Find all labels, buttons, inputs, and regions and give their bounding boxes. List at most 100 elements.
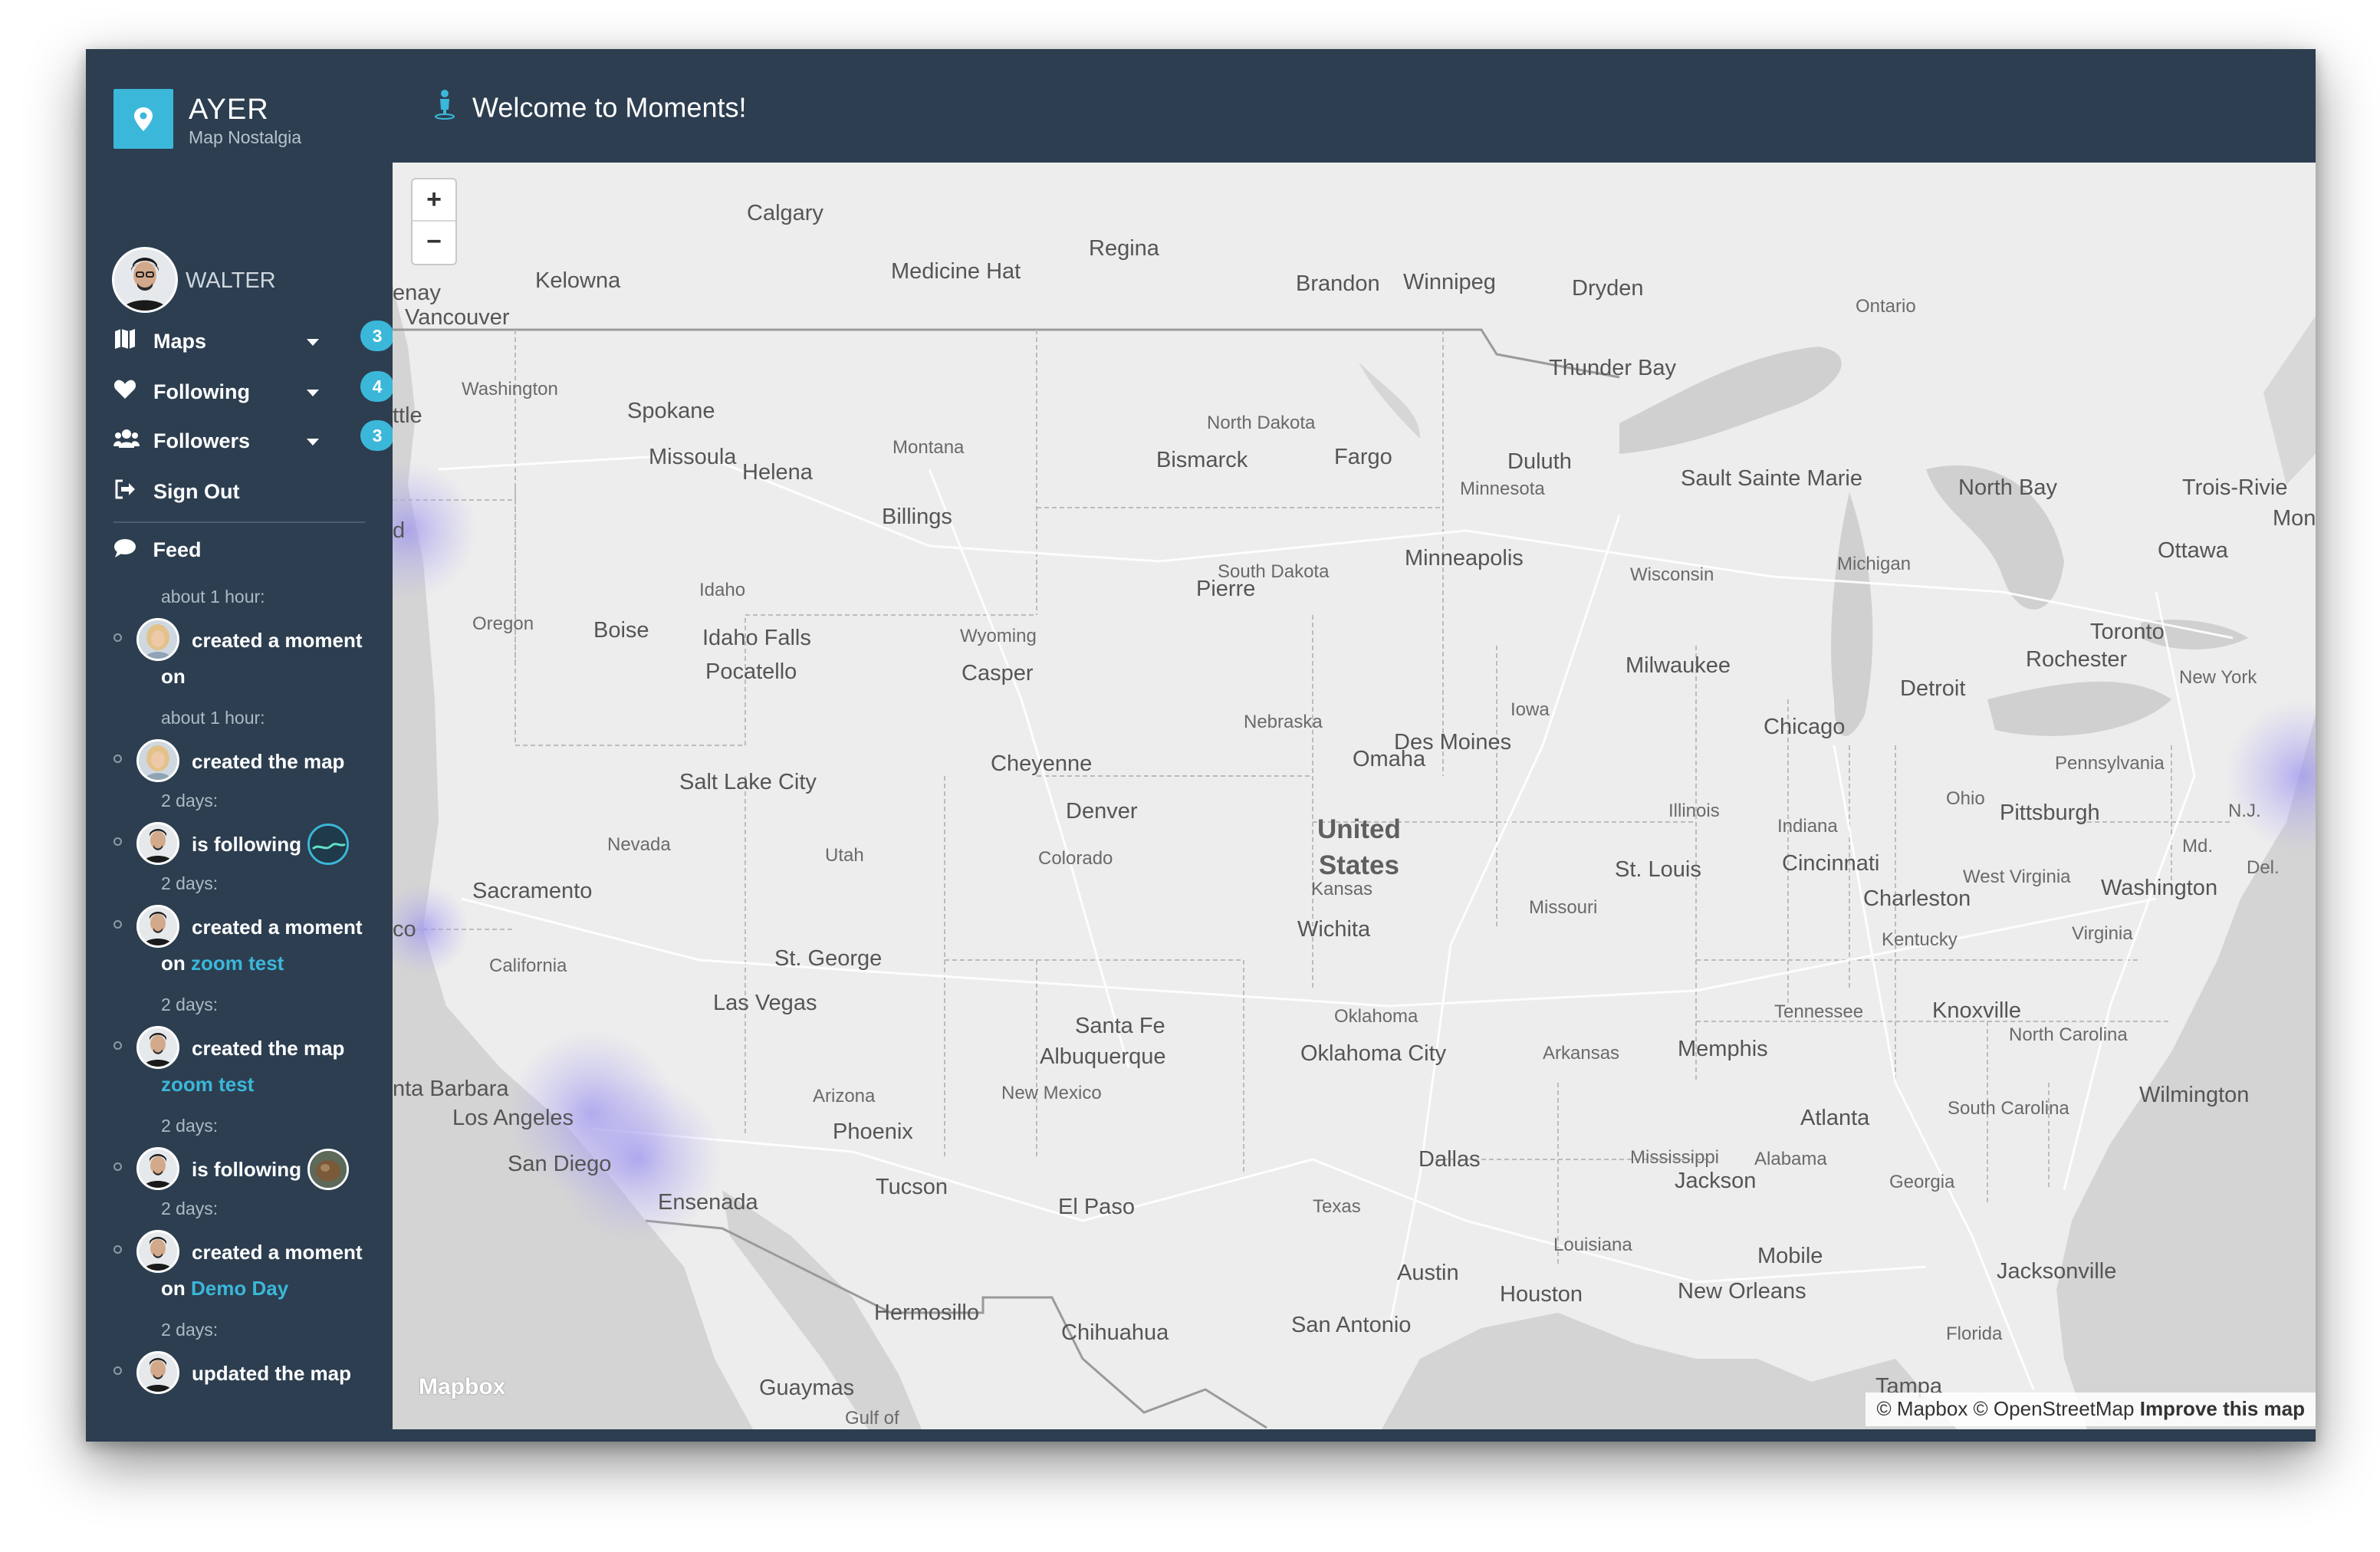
avatar[interactable] (136, 1351, 179, 1394)
region-label: Md. (2182, 836, 2214, 857)
map-pin-icon (113, 89, 173, 149)
region-label: Georgia (1889, 1172, 1955, 1192)
feed-title: Feed (153, 538, 202, 561)
city-label: Minneapolis (1405, 546, 1524, 570)
avatar[interactable] (136, 905, 179, 948)
nav-maps-label: Maps (153, 330, 207, 353)
sidebar: WALTER Maps 3 Following 4 Followers 3 Si… (86, 163, 394, 1442)
city-label: Kelowna (535, 268, 621, 293)
region-label: Nebraska (1244, 712, 1323, 732)
region-label: New York (2179, 667, 2257, 688)
feed-entry-time: 2 days: (161, 1199, 219, 1218)
city-label: Denver (1066, 799, 1138, 824)
region-label: Oregon (472, 613, 534, 634)
city-label: St. George (774, 946, 883, 971)
zoom-out-button[interactable]: − (413, 222, 455, 264)
city-label: Sacramento (472, 879, 593, 903)
feed-entry: about 1 hour: created a moment on (113, 577, 382, 698)
map-icon (113, 328, 136, 355)
user-profile[interactable]: WALTER (112, 247, 373, 314)
timeline-dot (113, 837, 122, 846)
timeline-dot (113, 1041, 122, 1050)
city-label: ttle (393, 403, 422, 428)
feed-entry-action: is following (192, 1158, 301, 1181)
feed-entry: 2 days: is following (113, 781, 382, 865)
feed-entry: 2 days: updated the map (113, 1310, 382, 1394)
mapbox-logo[interactable]: Mapbox (419, 1374, 505, 1400)
feed-entry-time: 2 days: (161, 791, 219, 811)
brand-subtitle: Map Nostalgia (189, 127, 302, 147)
feed-entry-time: about 1 hour: (161, 587, 265, 607)
city-label: Memphis (1678, 1037, 1768, 1061)
city-label: San Diego (508, 1152, 612, 1176)
region-label: Minnesota (1460, 478, 1545, 499)
map-link[interactable]: Demo Day (191, 1277, 288, 1300)
avatar[interactable] (136, 822, 179, 865)
city-label: Hermosillo (874, 1300, 979, 1325)
city-label: Houston (1500, 1282, 1583, 1307)
chevron-down-icon[interactable] (307, 339, 319, 346)
city-label: Thunder Bay (1549, 356, 1677, 380)
feed-entry-action: created the map (192, 750, 345, 773)
region-label: Pennsylvania (2055, 753, 2165, 774)
map-canvas[interactable]: + − Calgary Regina Kelowna Medicine Hat … (393, 163, 2316, 1429)
region-label: Illinois (1668, 801, 1720, 821)
region-label: Louisiana (1553, 1235, 1632, 1255)
feed-entry: 2 days: created a moment on Demo Day (113, 1189, 382, 1310)
nav-sign-out-label: Sign Out (153, 480, 240, 503)
avatar[interactable] (136, 1147, 179, 1190)
map-link[interactable]: zoom test (161, 1073, 254, 1096)
nav-sign-out[interactable]: Sign Out (113, 472, 374, 511)
sign-out-icon (113, 478, 136, 505)
city-label: Toronto (2090, 620, 2165, 644)
timeline-dot (113, 920, 122, 929)
city-label: Spokane (627, 399, 715, 423)
city-label: Knoxville (1932, 998, 2022, 1023)
feed-entry-detail: on (161, 665, 186, 688)
nav-following[interactable]: Following 4 (113, 371, 394, 411)
brand[interactable]: AYER Map Nostalgia (113, 89, 390, 153)
nav-followers[interactable]: Followers 3 (113, 420, 394, 460)
city-label: d (393, 518, 406, 543)
comment-icon (113, 538, 136, 564)
timeline-dot (113, 633, 122, 642)
region-label: Del. (2247, 857, 2280, 878)
country-label: United States (1317, 811, 1401, 883)
city-label: Winnipeg (1403, 270, 1496, 294)
region-label: Nevada (607, 834, 671, 855)
city-label: Calgary (747, 201, 823, 225)
attribution-text[interactable]: © Mapbox © OpenStreetMap (1876, 1397, 2134, 1420)
city-label: Pocatello (705, 659, 797, 684)
map-link[interactable]: zoom test (191, 952, 284, 975)
sidebar-divider (113, 521, 365, 523)
followed-user-avatar[interactable] (307, 1149, 349, 1190)
chevron-down-icon[interactable] (307, 390, 319, 396)
zoom-in-button[interactable]: + (413, 179, 455, 222)
region-label: Michigan (1837, 554, 1912, 574)
heart-icon (113, 379, 136, 406)
city-label: Albuquerque (1040, 1044, 1166, 1069)
avatar[interactable] (136, 739, 179, 782)
followed-user-avatar[interactable] (307, 824, 349, 865)
avatar[interactable] (136, 1026, 179, 1069)
city-label: Brandon (1296, 271, 1380, 296)
following-count-badge: 4 (360, 371, 394, 402)
nav-maps[interactable]: Maps 3 (113, 321, 394, 360)
feed-entry-action: updated the map (192, 1362, 352, 1385)
improve-map-link[interactable]: Improve this map (2140, 1397, 2305, 1420)
avatar[interactable] (136, 1230, 179, 1273)
feed-list[interactable]: about 1 hour: created a moment on about … (113, 577, 382, 1414)
region-label: North Carolina (2009, 1024, 2128, 1045)
city-label: Rochester (2026, 647, 2128, 672)
city-label: Dryden (1572, 276, 1644, 301)
city-label: enay (393, 281, 441, 305)
avatar[interactable] (136, 618, 179, 661)
city-label: nta Barbara (393, 1077, 509, 1101)
brand-title: AYER (189, 94, 269, 126)
city-label: Washington (2101, 876, 2218, 900)
chevron-down-icon[interactable] (307, 439, 319, 446)
city-label: Missoula (649, 445, 737, 469)
region-label: Wyoming (960, 626, 1037, 646)
city-label: Ensenada (658, 1190, 758, 1215)
avatar (112, 247, 178, 313)
